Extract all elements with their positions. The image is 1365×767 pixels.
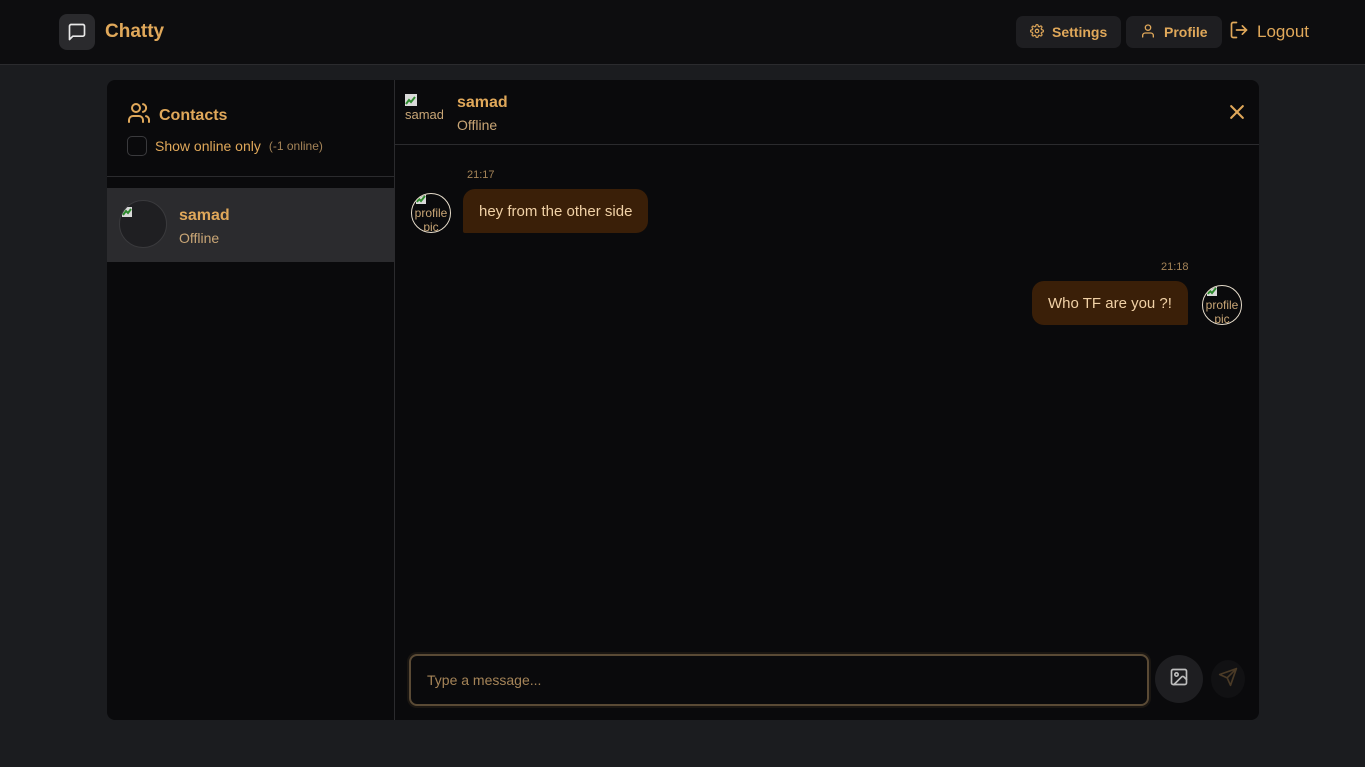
settings-button[interactable]: Settings [1016,16,1122,48]
online-count: (-1 online) [268,139,323,153]
online-filter-label[interactable]: Show online only [155,138,261,154]
send-button[interactable] [1211,660,1245,698]
close-chat-button[interactable] [1227,102,1247,122]
message-text: hey from the other side [479,202,633,220]
contact-avatar [119,200,167,248]
top-navbar: Chatty Settings Profile Logout [0,0,1365,65]
brand[interactable]: Chatty [59,14,164,50]
online-filter: Show online only (-1 online) [127,136,323,156]
online-only-checkbox[interactable] [127,136,147,156]
app-name: Chatty [105,21,165,42]
message-avatar-alt: profile pic [414,206,448,233]
user-icon [1140,23,1164,42]
chat-avatar-alt: samad [405,107,443,122]
logout-label: Logout [1257,22,1309,41]
close-icon [1227,105,1247,126]
chat-bubble-icon [59,14,95,50]
chat-contact-avatar: samad [405,94,443,132]
message-text: Who TF are you ?! [1048,294,1172,312]
attach-image-button[interactable] [1155,655,1203,703]
settings-label: Settings [1052,24,1108,40]
chat-panel: Contacts Show online only (-1 online) sa… [107,80,1259,720]
contact-status: Offline [179,230,220,246]
sidebar-header: Contacts Show online only (-1 online) [107,80,394,177]
broken-image-icon [405,94,417,106]
broken-image-icon [122,207,132,217]
broken-image-icon [1207,286,1217,296]
contact-name: samad [179,207,230,224]
contacts-title: Contacts [159,106,228,124]
message-composer [395,640,1259,720]
image-icon [1169,667,1189,692]
chat-container: samad samad Offline 21:17 profile pic he… [395,80,1259,720]
send-icon [1218,667,1238,692]
message-input[interactable] [409,654,1149,706]
profile-button[interactable]: Profile [1126,16,1222,48]
message-time: 21:18 [1161,261,1189,273]
message-avatar: profile pic [411,193,451,233]
users-icon [127,101,159,130]
contact-item[interactable]: samad Offline [107,188,394,262]
gear-icon [1030,23,1052,41]
chat-header: samad samad Offline [395,80,1259,145]
contacts-sidebar: Contacts Show online only (-1 online) sa… [107,80,395,720]
message-avatar: profile pic [1202,285,1242,325]
message-time: 21:17 [467,169,495,181]
chat-contact-status: Offline [457,117,498,133]
message-bubble: Who TF are you ?! [1032,281,1188,325]
broken-image-icon [416,194,426,204]
logout-icon [1229,20,1257,45]
message-bubble: hey from the other side [463,189,649,233]
message-avatar-alt: profile pic [1205,298,1239,325]
profile-label: Profile [1164,24,1208,40]
contacts-heading: Contacts [127,101,227,130]
logout-button[interactable]: Logout [1229,16,1309,48]
chat-contact-name: samad [457,94,508,111]
